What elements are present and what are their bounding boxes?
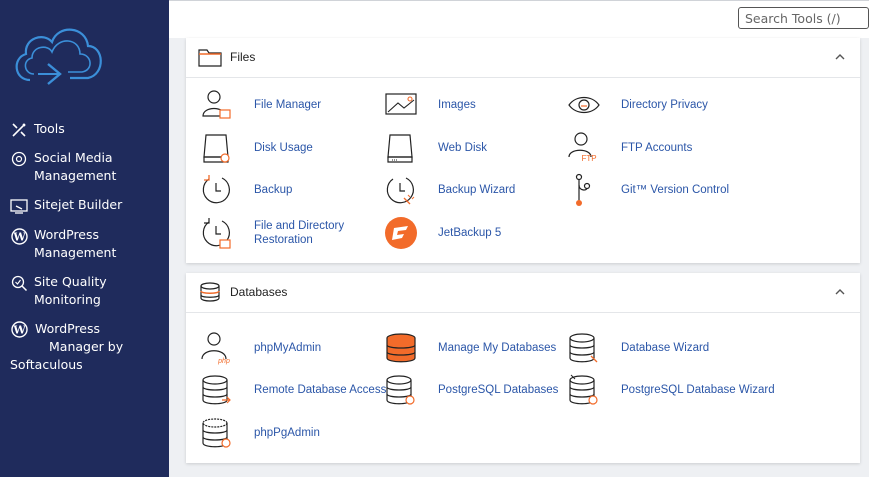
backup-item[interactable]: Backup	[200, 173, 292, 207]
sidebar-item-label: Softaculous	[10, 357, 83, 372]
backup-wizard-item[interactable]: Backup Wizard	[384, 173, 515, 207]
svg-text:W: W	[12, 323, 26, 336]
databases-panel: Databases php phpMyAdmin Manage My Datab…	[186, 273, 860, 463]
svg-text:FTP: FTP	[581, 154, 596, 163]
disk-usage-item[interactable]: Disk Usage	[200, 131, 313, 165]
restoration-item[interactable]: File and Directory Restoration	[200, 216, 354, 250]
postgresql-databases-item[interactable]: PostgreSQL Databases	[384, 373, 558, 407]
item-label: Manage My Databases	[438, 342, 557, 354]
sidebar-item-label: Site Quality Monitoring	[34, 274, 107, 307]
sidebar-item-tools[interactable]: Tools	[0, 120, 169, 139]
files-panel-header[interactable]: Files	[186, 38, 860, 78]
panel-title: Databases	[230, 285, 288, 299]
site-quality-icon	[8, 274, 30, 292]
databases-panel-header[interactable]: Databases	[186, 273, 860, 313]
item-label: Git™ Version Control	[621, 184, 730, 196]
directory-privacy-icon	[568, 96, 600, 114]
jetbackup-icon	[385, 217, 417, 249]
images-item[interactable]: Images	[384, 88, 476, 122]
git-icon	[575, 173, 591, 206]
restoration-icon	[202, 218, 231, 249]
item-label: File and Directory Restoration	[254, 220, 345, 246]
item-label: Database Wizard	[621, 342, 710, 354]
item-label: Backup Wizard	[438, 184, 516, 196]
item-label: phpMyAdmin	[254, 342, 322, 354]
sidebar-item-sitejet[interactable]: Sitejet Builder	[0, 196, 169, 215]
sidebar: Tools Social Media Management Sitejet Bu…	[0, 0, 169, 477]
jetbackup-item[interactable]: JetBackup 5	[384, 216, 501, 250]
ftp-accounts-item[interactable]: FTP FTP Accounts	[567, 131, 692, 165]
top-bar	[169, 0, 869, 38]
remote-database-item[interactable]: Remote Database Access	[200, 373, 386, 407]
item-label: Remote Database Access	[254, 384, 387, 396]
sidebar-item-wordpress[interactable]: W WordPress Management	[0, 226, 169, 262]
sidebar-item-label: Social Media Management	[34, 150, 117, 183]
item-label: File Manager	[254, 99, 322, 111]
wordpress-icon: W	[8, 227, 30, 245]
sitejet-icon	[8, 197, 30, 215]
database-wizard-item[interactable]: Database Wizard	[567, 331, 709, 365]
svg-text:php: php	[217, 358, 230, 365]
phppgadmin-item[interactable]: phpPgAdmin	[200, 416, 320, 450]
disk-usage-icon	[203, 134, 230, 163]
git-item[interactable]: Git™ Version Control	[567, 173, 729, 207]
postgresql-databases-icon	[386, 375, 415, 405]
postgresql-wizard-icon	[569, 374, 598, 405]
item-label: FTP Accounts	[621, 142, 693, 154]
item-label: Backup	[254, 184, 293, 196]
panel-title: Files	[230, 50, 256, 64]
backup-wizard-icon	[386, 177, 415, 205]
phpmyadmin-item[interactable]: php phpMyAdmin	[200, 331, 321, 365]
chevron-up-icon[interactable]	[834, 286, 846, 298]
cpanel-cloud-logo-icon[interactable]	[8, 18, 108, 98]
item-label: PostgreSQL Databases	[438, 384, 559, 396]
phpmyadmin-icon: php	[201, 332, 230, 365]
sidebar-item-label: WordPress Management	[34, 227, 117, 260]
sidebar-item-label: Sitejet Builder	[34, 197, 123, 212]
files-panel: Files File Manager Images Directory Priv…	[186, 38, 860, 263]
sidebar-item-label: WordPress	[35, 321, 101, 336]
search-input[interactable]	[738, 7, 869, 29]
tools-icon	[8, 121, 30, 139]
item-label: phpPgAdmin	[254, 427, 320, 439]
database-icon	[200, 282, 220, 302]
sidebar-item-label: Tools	[34, 121, 65, 136]
item-label: Images	[438, 99, 476, 111]
manage-databases-item[interactable]: Manage My Databases	[384, 331, 556, 365]
social-media-icon	[8, 150, 30, 168]
directory-privacy-item[interactable]: Directory Privacy	[567, 88, 708, 122]
postgresql-wizard-item[interactable]: PostgreSQL Database Wizard	[567, 373, 775, 407]
folder-icon	[198, 49, 222, 67]
item-label: PostgreSQL Database Wizard	[621, 384, 775, 396]
svg-text:W: W	[12, 230, 26, 243]
phppgadmin-icon	[202, 418, 231, 448]
remote-database-icon	[202, 375, 231, 405]
item-label: Directory Privacy	[621, 99, 708, 111]
database-wizard-icon	[569, 333, 598, 363]
item-label: Web Disk	[438, 142, 487, 154]
item-label: JetBackup 5	[438, 227, 502, 239]
web-disk-item[interactable]: Web Disk	[384, 131, 487, 165]
backup-icon	[202, 175, 230, 204]
sidebar-item-label: Manager by	[49, 339, 124, 354]
chevron-up-icon[interactable]	[834, 51, 846, 63]
sidebar-item-site-quality[interactable]: Site Quality Monitoring	[0, 273, 169, 309]
file-manager-icon	[202, 90, 231, 119]
sidebar-item-social-media[interactable]: Social Media Management	[0, 149, 169, 185]
ftp-accounts-icon: FTP	[568, 132, 597, 163]
images-icon	[385, 93, 417, 115]
wordpress-icon: W	[8, 320, 30, 338]
file-manager-item[interactable]: File Manager	[200, 88, 321, 122]
web-disk-icon	[387, 134, 413, 163]
manage-databases-icon	[386, 333, 416, 363]
item-label: Disk Usage	[254, 142, 313, 154]
